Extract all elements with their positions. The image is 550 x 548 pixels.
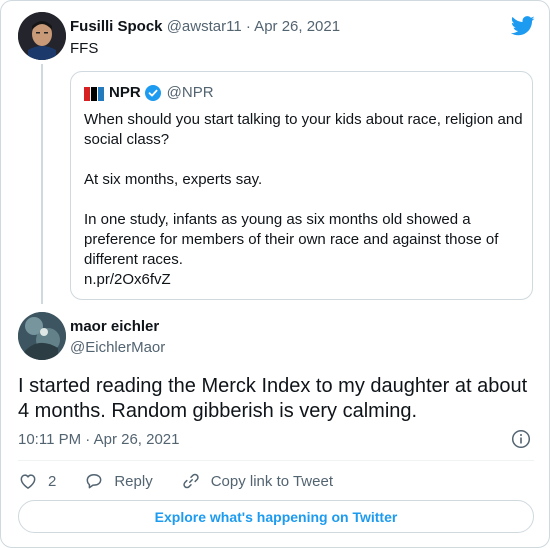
parent-display-name[interactable]: Fusilli Spock [70, 18, 163, 35]
like-button[interactable]: 2 [18, 471, 56, 491]
reply-bubble-icon [86, 474, 102, 489]
link-icon [183, 473, 199, 489]
divider [18, 460, 534, 461]
quoted-tweet[interactable]: NPR @NPR When should you start talking t… [70, 71, 533, 300]
main-tweet-timestamp[interactable]: 10:11 PM · Apr 26, 2021 [18, 431, 180, 448]
quoted-link[interactable]: n.pr/2Ox6fvZ [84, 270, 524, 290]
verified-badge-icon [144, 84, 161, 101]
parent-tweet-text: FFS [70, 40, 99, 57]
parent-handle-date[interactable]: @awstar11 · Apr 26, 2021 [167, 18, 340, 35]
quoted-tweet-body: When should you start talking to your ki… [84, 110, 524, 290]
parent-tweet-header: Fusilli Spock @awstar11 · Apr 26, 2021 [70, 18, 340, 35]
reply-label: Reply [114, 472, 153, 490]
like-count: 2 [48, 472, 57, 490]
quoted-paragraph: At six months, experts say. [84, 171, 263, 188]
quoted-handle: @NPR [166, 84, 214, 101]
npr-logo-icon [84, 87, 104, 101]
copy-link-button[interactable]: Copy link to Tweet [181, 471, 333, 491]
quoted-paragraph: When should you start talking to your ki… [84, 111, 523, 148]
explore-twitter-button[interactable]: Explore what's happening on Twitter [18, 500, 534, 533]
avatar-fusilli-spock[interactable] [18, 12, 66, 60]
quoted-paragraph: In one study, infants as young as six mo… [84, 211, 499, 268]
quoted-display-name: NPR [109, 84, 141, 101]
info-icon[interactable] [511, 429, 531, 449]
twitter-bird-icon[interactable] [511, 15, 535, 37]
reply-button[interactable]: Reply [84, 471, 153, 491]
main-display-name[interactable]: maor eichler [70, 318, 159, 335]
heart-icon [20, 474, 36, 489]
tweet-actions: 2 Reply Copy link to Tweet [18, 469, 361, 493]
quoted-tweet-header: NPR @NPR [109, 84, 214, 101]
avatar-maor-eichler[interactable] [18, 312, 66, 360]
main-tweet-text: I started reading the Merck Index to my … [18, 375, 528, 422]
copy-link-label: Copy link to Tweet [210, 472, 333, 490]
tweet-embed-card: Fusilli Spock @awstar11 · Apr 26, 2021 F… [0, 0, 550, 548]
main-handle[interactable]: @EichlerMaor [70, 339, 165, 356]
thread-connector-line [41, 64, 43, 304]
